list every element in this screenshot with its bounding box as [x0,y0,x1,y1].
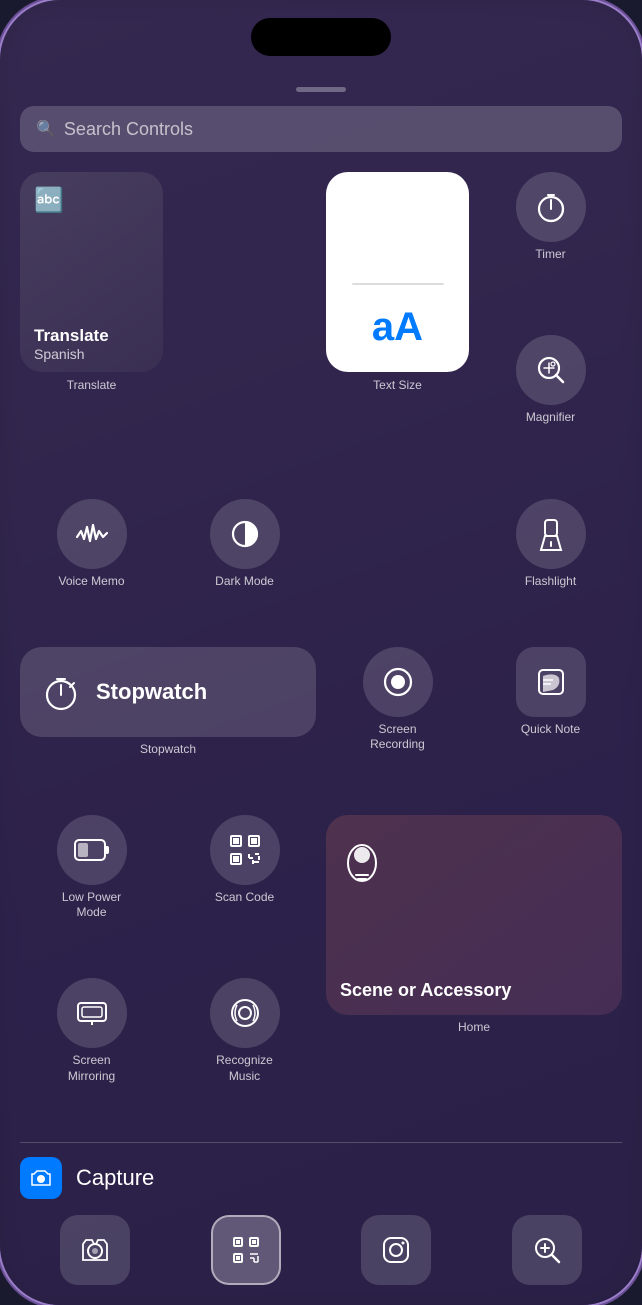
capture-label: Capture [76,1165,154,1191]
home-bulb-icon [340,835,384,891]
home-button[interactable]: Scene or Accessory [326,815,622,1015]
magnifier-icon [533,352,569,388]
stopwatch-icon [40,671,82,713]
timer-control: Timer [479,172,622,325]
scan-code-icon [227,832,263,868]
tab-zoom-button[interactable] [512,1215,582,1285]
voice-memo-icon [73,515,111,553]
dark-mode-icon [227,516,263,552]
bottom-tabs [20,1215,622,1305]
translate-text: Translate Spanish [34,326,109,362]
dynamic-island [251,18,391,56]
tab-camera-button[interactable] [60,1215,130,1285]
timer-label: Timer [535,247,565,263]
screen-mirroring-label: ScreenMirroring [68,1053,115,1084]
low-power-label: Low PowerMode [62,890,121,921]
quick-note-control: Quick Note [479,647,622,805]
recognize-music-button[interactable] [210,978,280,1048]
home-texts: Scene or Accessory [340,980,511,1001]
tab-zoom-icon [531,1234,563,1266]
phone-frame: 🔍 Search Controls 🔤 Translate Spanish [0,0,642,1305]
magnifier-control: Magnifier [479,335,622,488]
translate-label: Translate [67,378,117,394]
scan-code-control: Scan Code [173,815,316,969]
timer-icon [533,189,569,225]
drag-handle[interactable] [296,87,346,92]
screen-recording-icon [380,664,416,700]
home-control: Scene or Accessory Home [326,815,622,1132]
recognize-music-icon [227,995,263,1031]
screen-mirroring-button[interactable] [57,978,127,1048]
search-icon: 🔍 [36,119,56,139]
dark-mode-label: Dark Mode [215,574,274,590]
stopwatch-text: Stopwatch [96,679,207,705]
screen-recording-button[interactable] [363,647,433,717]
magnifier-label: Magnifier [526,410,575,426]
textsize-button[interactable]: aA [326,172,469,372]
quick-note-icon [533,664,569,700]
flashlight-icon [535,516,567,552]
stopwatch-button[interactable]: Stopwatch [20,647,316,737]
translate-button[interactable]: 🔤 Translate Spanish [20,172,163,372]
screen-mirroring-control: ScreenMirroring [20,978,163,1132]
low-power-button[interactable] [57,815,127,885]
search-bar[interactable]: 🔍 Search Controls [20,106,622,152]
screen-mirroring-icon [74,995,110,1031]
timer-button[interactable] [516,172,586,242]
magnifier-button[interactable] [516,335,586,405]
flashlight-control: Flashlight [479,499,622,637]
screen-inner: 🔍 Search Controls 🔤 Translate Spanish [0,75,642,1132]
tab-scan-button[interactable] [211,1215,281,1285]
textsize-control: aA Text Size [326,172,469,489]
home-label: Home [458,1020,490,1036]
screen-recording-control: ScreenRecording [326,647,469,805]
recognize-music-control: RecognizeMusic [173,978,316,1132]
capture-row: Capture [20,1157,622,1199]
capture-icon-bg [20,1157,62,1199]
recognize-music-label: RecognizeMusic [216,1053,273,1084]
screen-recording-label: ScreenRecording [370,722,425,753]
translate-title: Translate [34,326,109,346]
scan-code-button[interactable] [210,815,280,885]
tab-instagram-button[interactable] [361,1215,431,1285]
translate-icons: 🔤 [34,186,64,215]
dark-mode-button[interactable] [210,499,280,569]
voice-memo-label: Voice Memo [58,574,124,590]
flashlight-button[interactable] [516,499,586,569]
voice-memo-control: Voice Memo [20,499,163,637]
home-title: Scene or Accessory [340,980,511,1001]
quick-note-button[interactable] [516,647,586,717]
translate-icon: 🔤 [34,186,64,215]
stopwatch-label: Stopwatch [140,742,196,758]
search-input-label: Search Controls [64,119,193,140]
tab-camera-icon [79,1234,111,1266]
divider [20,1142,622,1143]
screen: 🔍 Search Controls 🔤 Translate Spanish [0,0,642,1305]
low-power-control: Low PowerMode [20,815,163,969]
scan-code-label: Scan Code [215,890,274,906]
capture-camera-icon [30,1167,52,1189]
tab-scan-icon [230,1234,262,1266]
textsize-slider [352,283,444,285]
flashlight-label: Flashlight [525,574,576,590]
bottom-section: Capture [0,1142,642,1305]
low-power-icon [73,836,111,864]
dark-mode-control: Dark Mode [173,499,316,637]
textsize-label: Text Size [373,378,422,394]
stopwatch-control: Stopwatch Stopwatch [20,647,316,805]
voice-memo-button[interactable] [57,499,127,569]
tab-instagram-icon [380,1234,412,1266]
translate-subtitle: Spanish [34,346,109,362]
textsize-aa: aA [372,305,423,350]
translate-control: 🔤 Translate Spanish Translate [20,172,163,489]
quick-note-label: Quick Note [521,722,580,738]
